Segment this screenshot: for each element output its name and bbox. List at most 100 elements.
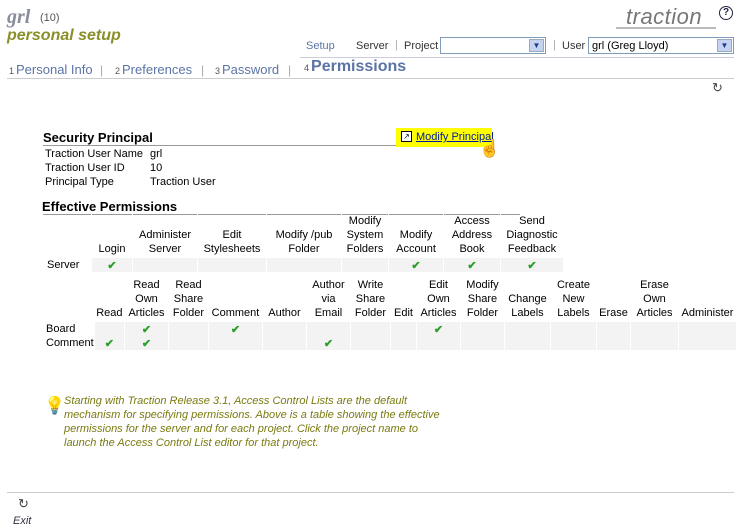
column-header-read: Read: [96, 307, 123, 319]
permission-cell: ✔: [443, 258, 501, 272]
column-header-administer: Administer: [681, 307, 734, 319]
checkmark-icon: ✔: [141, 337, 152, 350]
server-row-server: Server ✔ ✔ ✔ ✔: [42, 258, 563, 272]
refresh-icon[interactable]: ↻: [712, 80, 723, 96]
column-header-edit-own-articles: Edit Own Articles: [420, 279, 457, 319]
page-title: personal setup: [7, 27, 121, 44]
checkmark-icon: ✔: [323, 337, 334, 350]
permission-cell: [459, 322, 505, 336]
permission-cell: [197, 258, 267, 272]
permission-cell: [503, 322, 551, 336]
nav-separator: |: [553, 39, 556, 51]
permission-cell: [167, 336, 209, 350]
tab-separator: |: [100, 63, 104, 77]
row-label[interactable]: Comment: [42, 336, 94, 350]
nav-separator: |: [395, 39, 398, 51]
field-value: grl: [150, 148, 163, 160]
permission-cell: [549, 336, 597, 350]
column-header-login: Login: [91, 214, 133, 258]
exit-link[interactable]: Exit: [13, 515, 31, 527]
project-permissions-table: Read Read Own Articles Read Share Folder Co…: [42, 278, 737, 350]
checkmark-icon: ✔: [411, 259, 421, 272]
permission-cell: ✔: [91, 258, 133, 272]
row-label[interactable]: Server: [42, 258, 92, 272]
permission-cell: ✔: [207, 322, 263, 336]
tab-password[interactable]: 3 Password: [215, 62, 279, 77]
security-principal-title: Security Principal: [43, 130, 153, 145]
permission-cell: ✔: [415, 322, 461, 336]
chevron-down-icon[interactable]: ▼: [717, 39, 732, 52]
permission-cell: [459, 336, 505, 350]
column-header-erase-own-articles: Erase Own Articles: [636, 279, 673, 319]
user-count: (10): [40, 12, 60, 24]
permission-cell: ✔: [123, 336, 169, 350]
tab-divider: [7, 78, 734, 79]
permission-cell: [677, 322, 737, 336]
nav-user-label: User: [562, 40, 586, 52]
permission-cell: [261, 336, 307, 350]
external-link-icon: ↗: [401, 131, 412, 142]
permission-cell: ✔: [305, 336, 351, 350]
field-label: Traction User ID: [45, 162, 125, 174]
column-header-author: Author: [268, 307, 301, 319]
row-label[interactable]: Board: [42, 322, 94, 336]
permission-cell: [629, 336, 679, 350]
checkmark-icon: ✔: [141, 323, 152, 336]
permission-cell: [261, 322, 307, 336]
field-value: 10: [150, 162, 163, 174]
permission-cell: [349, 322, 391, 336]
server-permissions-table: Login Administer Server Edit Stylesheets Mo…: [42, 214, 563, 272]
permission-cell: ✔: [93, 336, 125, 350]
logo-underline: [616, 27, 716, 29]
column-header-write-share-folder: Write Share Folder: [354, 279, 387, 319]
project-row-comment: Comment ✔ ✔ ✔: [42, 336, 737, 350]
field-label: Principal Type: [45, 176, 114, 188]
column-header-administer-server: Administer Server: [132, 214, 198, 258]
permission-cell: [389, 336, 417, 350]
modify-principal-button[interactable]: ↗ Modify Principal: [396, 128, 494, 147]
checkmark-icon: ✔: [467, 259, 477, 272]
footer-divider: [7, 492, 734, 493]
column-header-read-share-folder: Read Share Folder: [172, 279, 205, 319]
column-header-author-via-email: Author via Email: [312, 279, 345, 319]
permissions-tip: Starting with Traction Release 3.1, Acce…: [64, 395, 440, 449]
checkmark-icon: ✔: [107, 259, 117, 272]
column-header-read-own-articles: Read Own Articles: [128, 279, 165, 319]
permission-cell: [415, 336, 461, 350]
permission-cell: ✔: [500, 258, 563, 272]
refresh-icon[interactable]: ↻: [18, 496, 29, 512]
permission-cell: [132, 258, 198, 272]
user-select-value: grl (Greg Lloyd): [592, 40, 669, 52]
permission-cell: [341, 258, 389, 272]
effective-permissions-title: Effective Permissions: [42, 199, 178, 214]
nav-setup-link[interactable]: Setup: [306, 40, 335, 52]
permission-cell: [629, 322, 679, 336]
column-header-edit-stylesheets: Edit Stylesheets: [197, 214, 267, 258]
permission-cell: [93, 322, 125, 336]
user-select[interactable]: grl (Greg Lloyd) ▼: [588, 37, 734, 54]
permission-cell: ✔: [388, 258, 444, 272]
permission-cell: ✔: [123, 322, 169, 336]
tab-preferences[interactable]: 2 Preferences: [115, 62, 192, 77]
column-header-modify-account: Modify Account: [388, 214, 444, 258]
permission-cell: [207, 336, 263, 350]
tab-permissions[interactable]: 4 Permissions: [304, 58, 406, 76]
nav-project-label: Project: [404, 40, 439, 52]
checkmark-icon: ✔: [104, 337, 114, 350]
column-header-edit: Edit: [394, 307, 413, 319]
column-header-change-labels: Change Labels: [508, 293, 547, 319]
help-icon[interactable]: ?: [719, 6, 733, 20]
project-select[interactable]: ▼: [440, 37, 546, 54]
lightbulb-icon: 💡: [44, 396, 66, 415]
field-value: Traction User: [150, 176, 216, 188]
checkmark-icon: ✔: [433, 323, 444, 336]
column-header-create-new-labels: Create New Labels: [556, 279, 590, 319]
permission-cell: [595, 336, 631, 350]
chevron-down-icon[interactable]: ▼: [529, 39, 544, 52]
tab-separator: |: [201, 63, 205, 77]
nav-server-link[interactable]: Server: [356, 40, 388, 52]
permission-cell: [677, 336, 737, 350]
tab-personal-info[interactable]: 1 Personal Info: [9, 62, 93, 77]
permission-cell: [549, 322, 597, 336]
column-header-modify-pub-folder: Modify /pub Folder: [266, 214, 342, 258]
